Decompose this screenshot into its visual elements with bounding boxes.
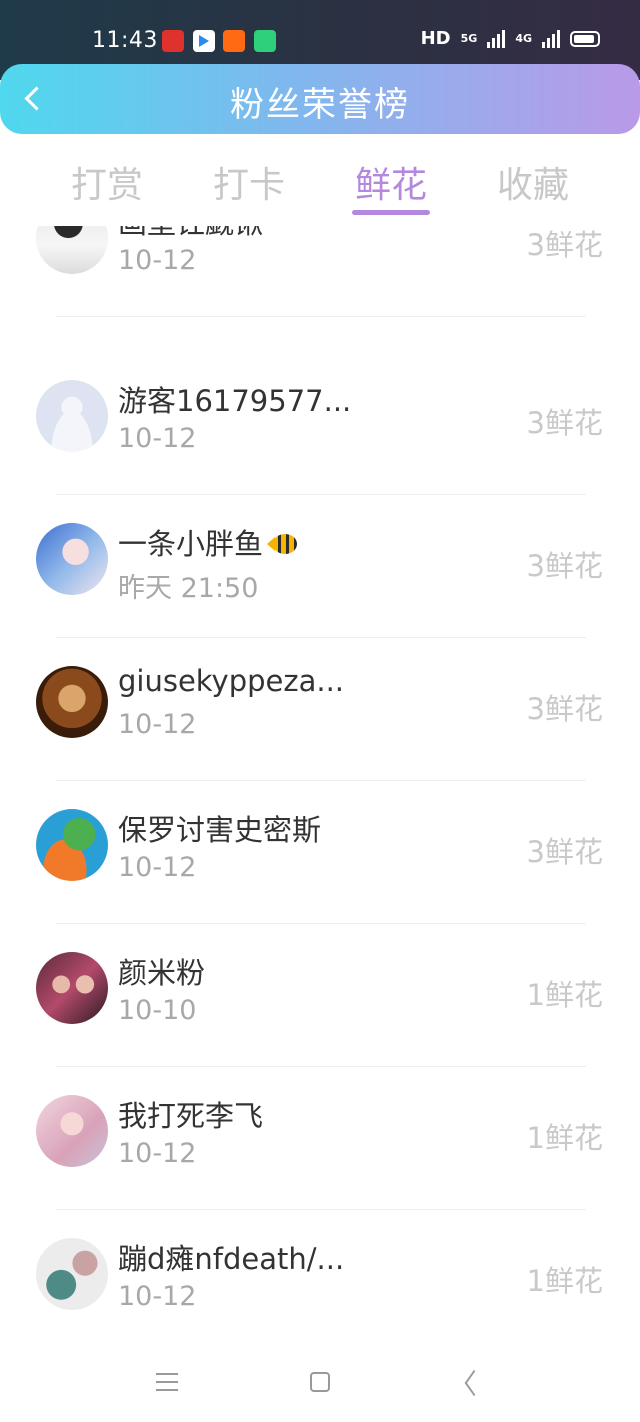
- fish-icon: [267, 532, 301, 556]
- system-nav-bar: [0, 1341, 640, 1422]
- avatar: [36, 809, 108, 881]
- list-item[interactable]: giusekyppeza... 10-12 3鲜花: [0, 619, 640, 781]
- avatar: [36, 1238, 108, 1310]
- flower-count: 1鲜花: [526, 978, 603, 1012]
- network-label: HD: [420, 28, 451, 49]
- list-item[interactable]: 一条小胖鱼 昨天 21:50 3鲜花: [0, 476, 640, 638]
- user-date: 昨天 21:50: [118, 573, 259, 604]
- list-item[interactable]: 颜米粉 10-10 1鲜花: [0, 905, 640, 1067]
- user-name: 画壁钍觑锹: [118, 226, 263, 242]
- user-date: 10-12: [118, 1281, 197, 1312]
- signal-label-4g: 4G: [515, 32, 532, 45]
- flower-count: 1鲜花: [526, 1264, 603, 1298]
- user-name: 蹦d瘫nfdeath/...: [118, 1242, 345, 1276]
- list-item[interactable]: 我打死李飞 10-12 1鲜花: [0, 1048, 640, 1210]
- list-item[interactable]: 保罗讨害史密斯 10-12 3鲜花: [0, 762, 640, 924]
- tab-checkin[interactable]: 打卡: [194, 156, 304, 208]
- title-bar: 粉丝荣誉榜: [0, 64, 640, 134]
- home-icon[interactable]: [310, 1372, 330, 1392]
- battery-icon: [570, 30, 600, 47]
- status-time: 11:43: [92, 28, 158, 53]
- divider: [56, 316, 586, 317]
- toutiao-app-icon: [162, 30, 184, 52]
- tab-reward[interactable]: 打赏: [52, 156, 162, 208]
- user-name: giusekyppeza...: [118, 664, 345, 698]
- flower-count: 3鲜花: [526, 692, 603, 726]
- flower-count: 3鲜花: [526, 406, 603, 440]
- signal-4g-icon: [542, 29, 560, 48]
- back-icon[interactable]: [462, 1371, 484, 1395]
- user-name: 颜米粉: [118, 956, 206, 990]
- avatar: [36, 666, 108, 738]
- tab-bar: 打赏 打卡 鲜花 收藏: [0, 134, 640, 226]
- list-item[interactable]: 游客16179577... 10-12 3鲜花: [0, 333, 640, 495]
- active-tab-indicator: [352, 210, 430, 215]
- page-title: 粉丝荣誉榜: [230, 85, 410, 125]
- flower-count: 1鲜花: [526, 1121, 603, 1155]
- list-item[interactable]: 蹦d瘫nfdeath/... 10-12 1鲜花: [0, 1191, 640, 1334]
- avatar: [36, 523, 108, 595]
- menu-icon[interactable]: [156, 1373, 178, 1391]
- tab-flowers[interactable]: 鲜花: [336, 156, 446, 208]
- flower-count: 3鲜花: [526, 835, 603, 869]
- status-indicators: HD 5G 4G: [421, 28, 600, 49]
- avatar: [36, 226, 108, 274]
- avatar: [36, 952, 108, 1024]
- fan-list[interactable]: 画壁钍觑锹 10-12 3鲜花 游客16179577... 10-12 3鲜花 …: [0, 226, 640, 1341]
- avatar: [36, 1095, 108, 1167]
- user-date: 10-12: [118, 423, 197, 454]
- avatar: [36, 380, 108, 452]
- user-date: 10-12: [118, 1138, 197, 1169]
- user-date: 10-10: [118, 995, 197, 1026]
- flower-count: 3鲜花: [526, 549, 603, 583]
- tab-favorites[interactable]: 收藏: [478, 156, 588, 208]
- user-date: 10-12: [118, 852, 197, 883]
- user-name-text: 一条小胖鱼: [118, 527, 264, 561]
- user-name: 我打死李飞: [118, 1099, 264, 1133]
- user-date: 10-12: [118, 245, 197, 276]
- user-date: 10-12: [118, 709, 197, 740]
- green-app-icon: [254, 30, 276, 52]
- youku-app-icon: [193, 30, 215, 52]
- list-item[interactable]: 画壁钍觑锹 10-12 3鲜花: [0, 226, 640, 333]
- signal-label-5g: 5G: [460, 32, 478, 45]
- signal-5g-icon: [487, 29, 506, 48]
- flower-count: 3鲜花: [526, 228, 603, 262]
- orange-app-icon: [223, 30, 245, 52]
- user-name: 保罗讨害史密斯: [118, 813, 322, 847]
- user-name: 一条小胖鱼: [118, 521, 301, 563]
- user-name: 游客16179577...: [118, 384, 352, 418]
